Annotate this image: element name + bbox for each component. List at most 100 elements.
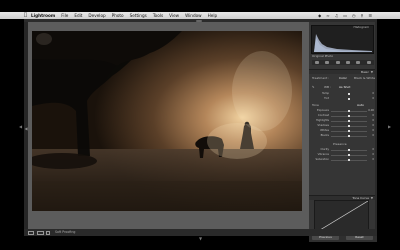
menu-help[interactable]: Help <box>208 12 218 19</box>
slider-label: Whites <box>320 129 329 132</box>
treatment-color[interactable]: Color <box>339 77 347 80</box>
slider-label: Vibrance <box>317 153 329 156</box>
slider-saturation[interactable]: Saturation 0 <box>312 158 374 162</box>
tool-strip <box>312 60 374 65</box>
slider-value[interactable]: 0 <box>372 119 374 123</box>
photo-image <box>32 31 302 211</box>
dropbox-icon[interactable]: ◆ <box>318 12 321 19</box>
wifi-icon[interactable]: ≈ <box>326 12 329 19</box>
tone-auto-button[interactable]: Auto <box>357 104 364 107</box>
histogram[interactable]: Histogram <box>311 25 374 54</box>
screen:  Lightroom File Edit Develop Photo Sett… <box>0 0 400 250</box>
slider-label: Shadows <box>317 124 329 127</box>
slider-knob[interactable] <box>348 109 350 113</box>
slider-knob[interactable] <box>348 134 350 138</box>
menu-app-name[interactable]: Lightroom <box>31 12 55 19</box>
treatment-bw[interactable]: Black & White <box>354 77 375 80</box>
soft-proofing-label: Soft Proofing <box>55 230 76 234</box>
slider-value[interactable]: 0 <box>372 153 374 157</box>
treatment-label: Treatment : <box>312 76 330 80</box>
spotlight-search-icon[interactable]: ⚲ <box>360 12 363 19</box>
slider-value[interactable]: 0 <box>372 134 374 138</box>
slider-value[interactable]: 0 <box>372 129 374 133</box>
panel-scrollbar[interactable] <box>375 22 377 229</box>
slider-knob[interactable] <box>348 114 350 118</box>
bottom-toolbar-right <box>285 229 377 236</box>
menu-develop[interactable]: Develop <box>88 12 105 19</box>
menu-edit[interactable]: Edit <box>74 12 82 19</box>
menu-tools[interactable]: Tools <box>153 12 163 19</box>
slider-value[interactable]: 0 <box>372 97 374 101</box>
tone-label: Tone <box>312 103 319 107</box>
slider-value[interactable]: 0 <box>372 148 374 152</box>
right-panel-toggle-icon[interactable]: ▶ <box>388 124 391 129</box>
slider-knob[interactable] <box>348 119 350 123</box>
crop-tool-icon[interactable] <box>315 61 320 64</box>
slider-blacks[interactable]: Blacks 0 <box>312 134 374 138</box>
notification-center-icon[interactable]: ☰ <box>368 12 372 19</box>
slider-label: Clarity <box>320 148 329 151</box>
slider-contrast[interactable]: Contrast 0 <box>312 114 374 118</box>
filmstrip-toggle-icon[interactable]: ▼ <box>199 236 202 241</box>
menu-window[interactable]: Window <box>185 12 202 19</box>
slider-shadows[interactable]: Shadows 0 <box>312 124 374 128</box>
slider-highlights[interactable]: Highlights 0 <box>312 119 374 123</box>
slider-clarity[interactable]: Clarity 0 <box>312 148 374 152</box>
slider-knob[interactable] <box>348 97 350 101</box>
develop-right-panel: Histogram Original Photo Basic ▼ Treatme <box>309 22 377 234</box>
slider-tint[interactable]: Tint 0 <box>312 97 374 101</box>
slider-vibrance[interactable]: Vibrance 0 <box>312 153 374 157</box>
clock-icon[interactable]: ◷ <box>352 12 356 19</box>
slider-label: Contrast <box>317 114 329 117</box>
before-after-icon[interactable] <box>37 230 44 235</box>
loupe-view-icon[interactable] <box>28 230 34 235</box>
slider-knob[interactable] <box>348 124 350 128</box>
volume-icon[interactable]: ♫ <box>335 12 339 19</box>
graduated-filter-icon[interactable] <box>346 61 351 64</box>
slider-value[interactable]: 0 <box>372 114 374 118</box>
bottom-toolbar: Soft Proofing <box>24 229 285 236</box>
wb-eyedropper-icon[interactable]: ✎ <box>312 86 315 89</box>
slider-knob[interactable] <box>348 129 350 133</box>
slider-label: Blacks <box>320 134 329 137</box>
soft-proofing-checkbox[interactable] <box>46 230 50 235</box>
adjustment-brush-icon[interactable] <box>366 61 371 64</box>
basic-section-title: Basic <box>361 70 369 74</box>
slider-value[interactable]: 0 <box>372 124 374 128</box>
slider-value[interactable]: 0 <box>372 158 374 162</box>
menu-settings[interactable]: Settings <box>130 12 147 19</box>
menu-photo[interactable]: Photo <box>112 12 124 19</box>
slider-label: Tint <box>324 97 329 100</box>
slider-temp[interactable]: Temp 0 <box>312 92 374 96</box>
menu-view[interactable]: View <box>169 12 179 19</box>
collapse-triangle-icon[interactable]: ▼ <box>371 196 373 200</box>
slider-label: Highlights <box>315 119 329 122</box>
collapse-triangle-icon[interactable]: ▼ <box>371 70 373 74</box>
slider-label: Saturation <box>315 158 329 161</box>
red-eye-icon[interactable] <box>335 61 340 64</box>
left-panel-toggle-icon[interactable]: ◀ <box>19 124 22 129</box>
slider-value[interactable]: 0 <box>372 92 374 96</box>
slider-exposure[interactable]: Exposure 0.00 <box>312 109 374 113</box>
radial-filter-icon[interactable] <box>356 61 361 64</box>
menubar:  Lightroom File Edit Develop Photo Sett… <box>0 12 400 19</box>
slider-whites[interactable]: Whites 0 <box>312 129 374 133</box>
histogram-title: Histogram <box>353 25 369 29</box>
menubar-status-icons: ◆ ≈ ♫ ▭ ◷ ⚲ ☰ <box>318 12 372 19</box>
slider-knob[interactable] <box>348 158 350 162</box>
slider-label: Temp <box>322 92 329 95</box>
apple-icon[interactable]:  <box>24 12 27 19</box>
basic-section-header[interactable]: Basic ▼ <box>309 69 375 74</box>
histogram-graph <box>314 34 372 52</box>
slider-value[interactable]: 0.00 <box>368 109 374 113</box>
lightroom-window: ◀ Histogram Original Photo Basic ▼ Treat… <box>24 19 377 242</box>
spot-removal-icon[interactable] <box>325 61 330 64</box>
main-photo[interactable] <box>32 31 302 211</box>
wb-select[interactable]: As Shot <box>339 86 350 89</box>
slider-knob[interactable] <box>348 153 350 157</box>
wb-label: WB : <box>324 85 331 89</box>
menu-file[interactable]: File <box>61 12 68 19</box>
battery-icon[interactable]: ▭ <box>343 12 347 19</box>
slider-knob[interactable] <box>348 92 350 96</box>
slider-knob[interactable] <box>348 148 350 152</box>
